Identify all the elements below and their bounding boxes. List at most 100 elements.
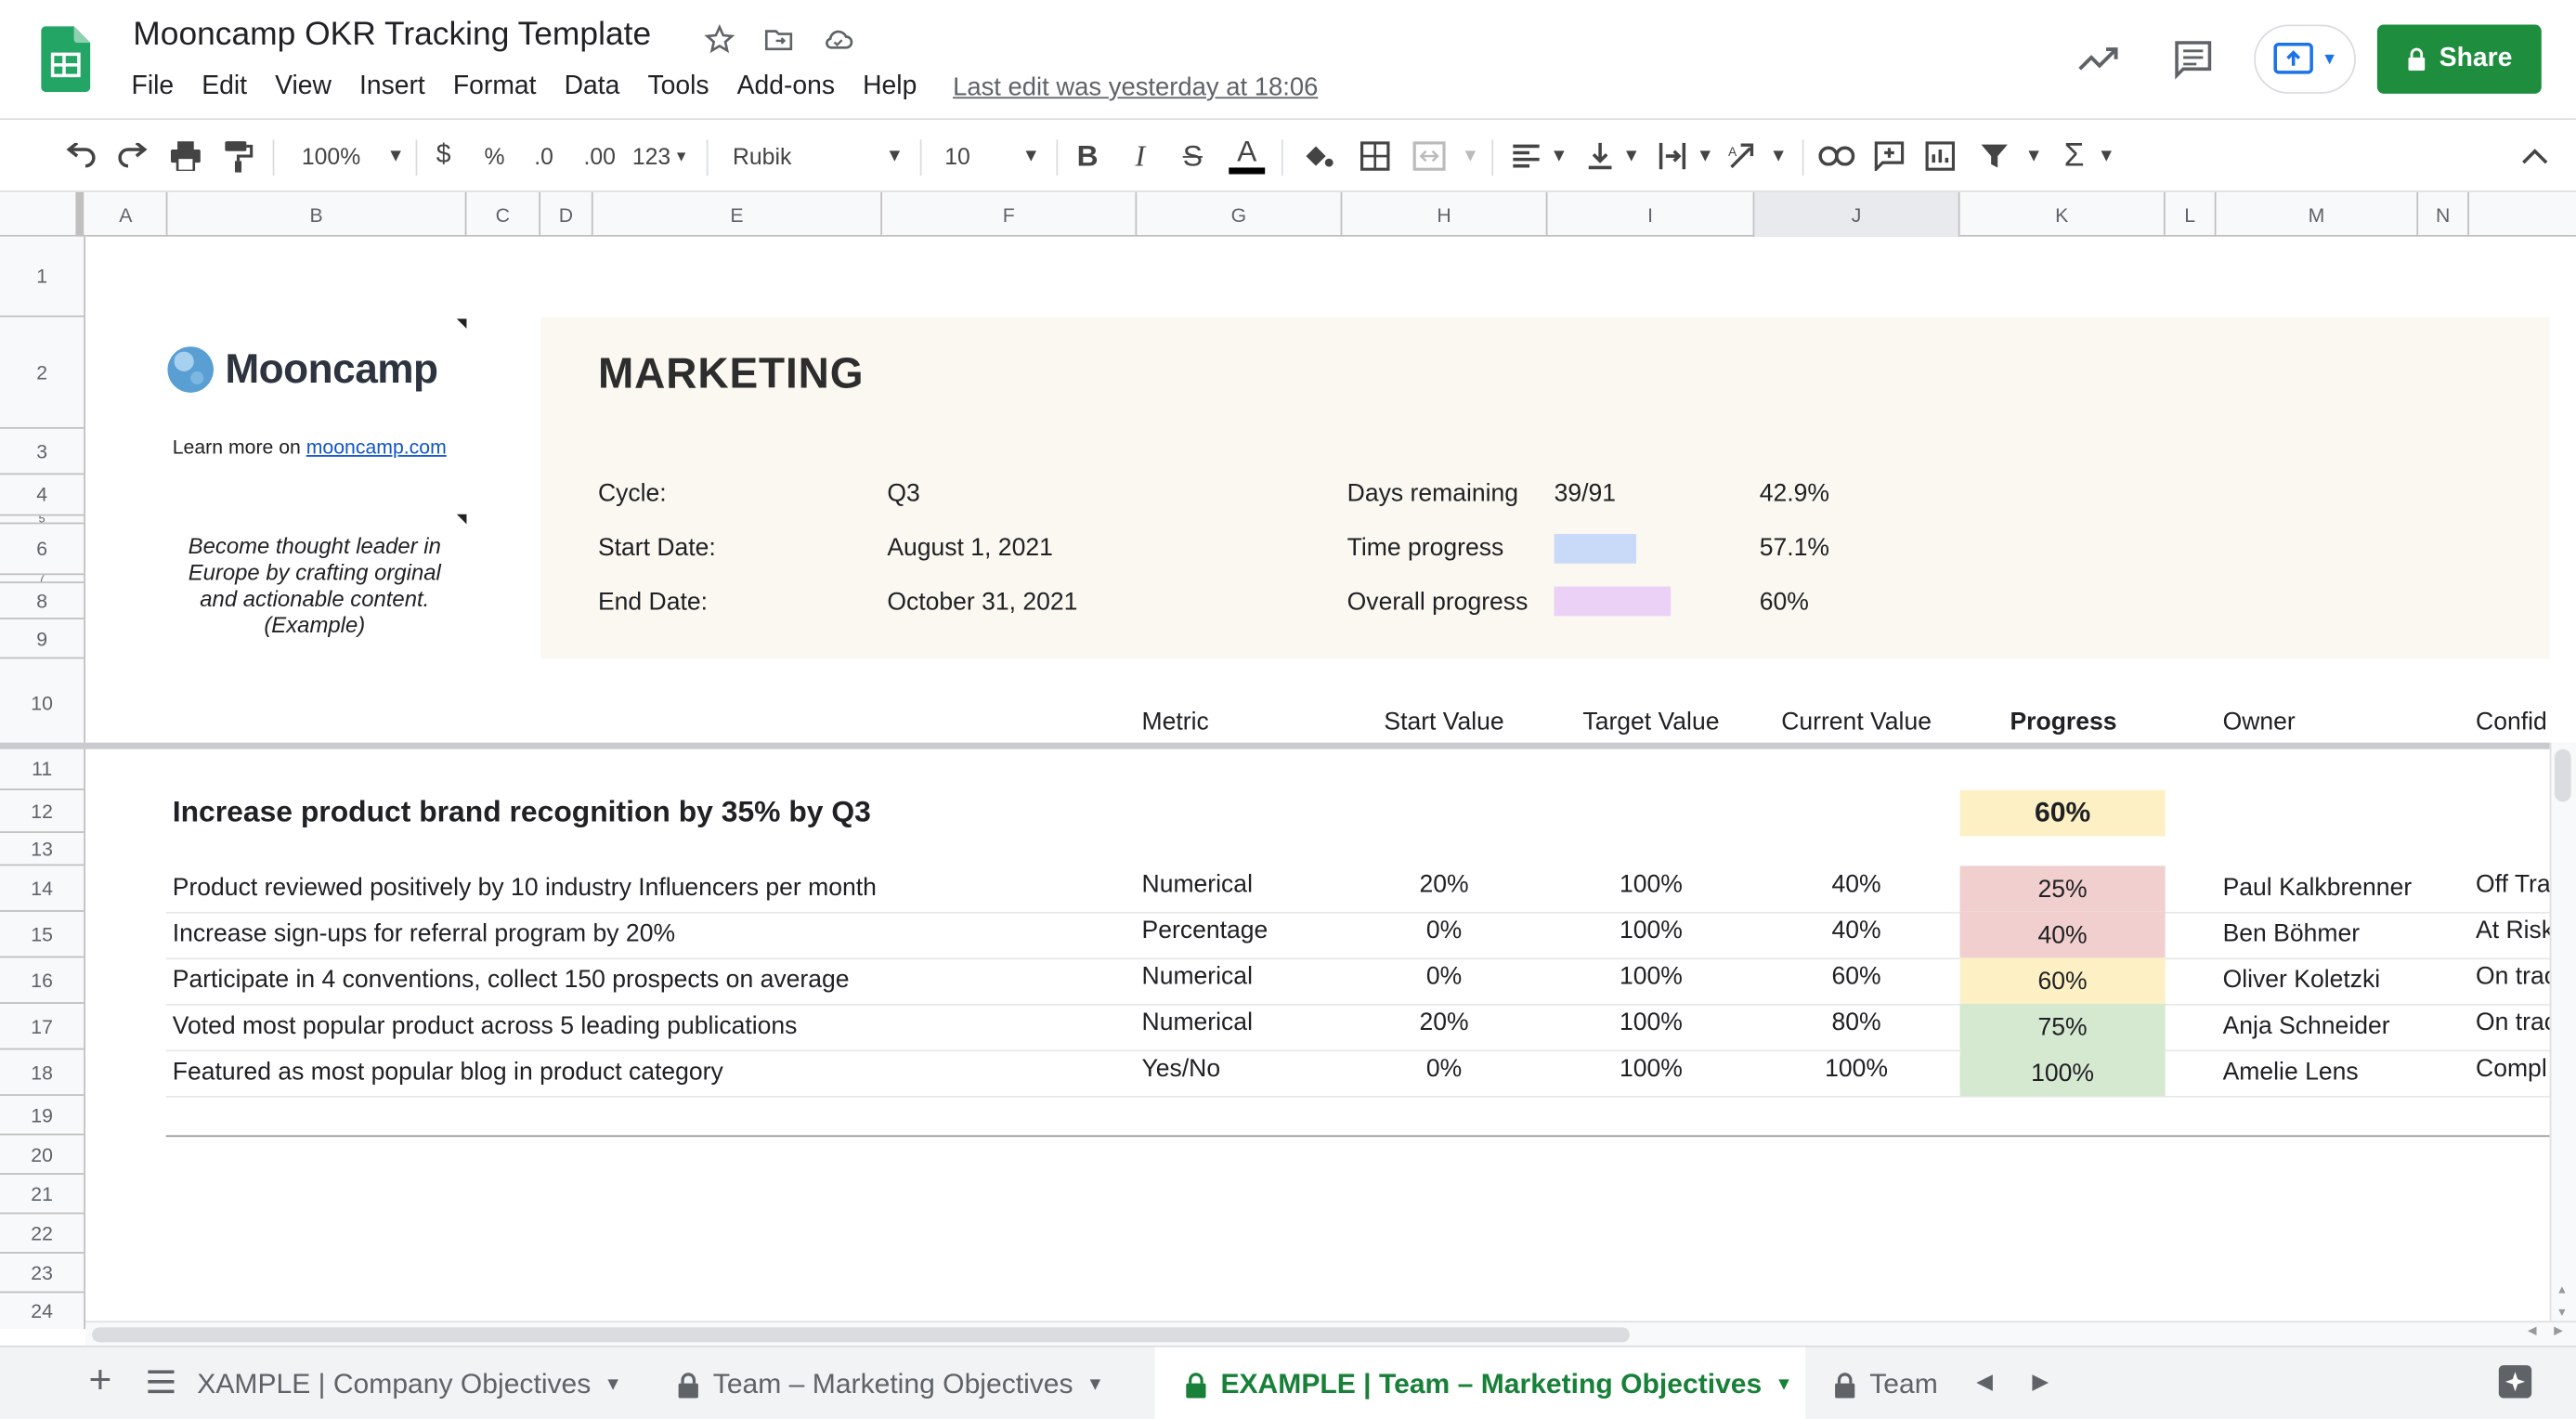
- menu-add-ons[interactable]: Add-ons: [737, 72, 835, 102]
- star-icon[interactable]: [701, 21, 737, 58]
- redo-icon[interactable]: [113, 138, 152, 175]
- row-header[interactable]: 1: [0, 237, 85, 318]
- note-indicator[interactable]: [456, 319, 467, 329]
- move-folder-icon[interactable]: [761, 21, 797, 58]
- select-all-corner[interactable]: [0, 192, 77, 237]
- menu-tools[interactable]: Tools: [647, 72, 709, 102]
- sheet-tab-example-team-marketing[interactable]: EXAMPLE | Team – Marketing Objectives ▼: [1154, 1347, 1806, 1419]
- fill-color-icon[interactable]: [1299, 138, 1335, 175]
- row-header[interactable]: 2: [0, 317, 85, 429]
- undo-icon[interactable]: [60, 138, 99, 175]
- more-formats-button[interactable]: 123 ▼: [631, 138, 690, 175]
- column-header[interactable]: E: [593, 191, 883, 237]
- column-header[interactable]: B: [167, 191, 467, 237]
- bold-button[interactable]: B: [1071, 138, 1103, 175]
- column-header[interactable]: N: [2418, 191, 2469, 237]
- menu-help[interactable]: Help: [863, 72, 917, 102]
- column-header[interactable]: G: [1137, 191, 1343, 237]
- row-header[interactable]: 7: [0, 575, 85, 584]
- scroll-tabs-right-icon[interactable]: ▶: [2032, 1369, 2049, 1395]
- decrease-decimal-button[interactable]: .0: [526, 138, 562, 175]
- row-header[interactable]: 19: [0, 1096, 85, 1136]
- row-header[interactable]: 18: [0, 1049, 85, 1096]
- print-icon[interactable]: [166, 138, 205, 175]
- row-header[interactable]: 23: [0, 1254, 85, 1294]
- row-header[interactable]: 8: [0, 583, 85, 619]
- column-header[interactable]: I: [1547, 191, 1755, 237]
- horizontal-scrollbar[interactable]: ◀ ▶: [85, 1321, 2576, 1346]
- row-header[interactable]: 22: [0, 1214, 85, 1254]
- row-header[interactable]: 9: [0, 619, 85, 659]
- row-header[interactable]: 5: [0, 515, 85, 525]
- note-indicator[interactable]: [456, 514, 467, 525]
- menu-data[interactable]: Data: [565, 72, 620, 102]
- column-header[interactable]: M: [2217, 191, 2419, 237]
- text-wrapping-icon[interactable]: ▼: [1656, 138, 1715, 175]
- share-button[interactable]: Share: [2376, 24, 2542, 94]
- mooncamp-link[interactable]: mooncamp.com: [306, 436, 447, 459]
- row-header[interactable]: 12: [0, 790, 85, 833]
- paint-format-icon[interactable]: [218, 138, 257, 175]
- cloud-saved-icon[interactable]: [820, 21, 856, 58]
- scroll-tabs-left-icon[interactable]: ◀: [1976, 1369, 1993, 1395]
- zoom-select[interactable]: 100% ▼: [295, 138, 410, 175]
- row-header[interactable]: 10: [0, 658, 85, 748]
- frozen-column-handle[interactable]: [75, 191, 85, 237]
- frozen-row-handle[interactable]: [0, 742, 2550, 749]
- document-title[interactable]: Mooncamp OKR Tracking Template: [133, 17, 651, 55]
- text-rotation-icon[interactable]: A ▼: [1728, 138, 1788, 175]
- percent-format-button[interactable]: %: [478, 138, 511, 175]
- menu-edit[interactable]: Edit: [202, 72, 247, 102]
- italic-button[interactable]: I: [1124, 138, 1156, 175]
- scroll-right-arrow-icon[interactable]: ▶: [2554, 1324, 2563, 1337]
- menu-format[interactable]: Format: [453, 72, 537, 102]
- collapse-toolbar-icon[interactable]: [2517, 138, 2553, 175]
- row-header[interactable]: 3: [0, 429, 85, 475]
- column-header[interactable]: F: [882, 191, 1138, 237]
- borders-icon[interactable]: [1357, 138, 1393, 175]
- vertical-align-icon[interactable]: ▼: [1583, 138, 1643, 175]
- comment-icon[interactable]: [2172, 38, 2215, 89]
- increase-decimal-button[interactable]: .00: [579, 138, 621, 175]
- activity-trend-icon[interactable]: [2076, 39, 2119, 86]
- column-header[interactable]: A: [85, 191, 168, 237]
- last-edit-link[interactable]: Last edit was yesterday at 18:06: [953, 74, 1318, 104]
- column-header[interactable]: C: [466, 191, 541, 237]
- menu-view[interactable]: View: [275, 72, 332, 102]
- vertical-scroll-thumb[interactable]: [2554, 749, 2571, 802]
- sheet-grid[interactable]: Mooncamp Learn more on mooncamp.com Beco…: [85, 237, 2550, 1329]
- strikethrough-button[interactable]: S: [1177, 138, 1209, 175]
- column-header[interactable]: H: [1342, 191, 1548, 237]
- column-header[interactable]: L: [2166, 191, 2217, 237]
- explore-icon[interactable]: [2497, 1363, 2533, 1408]
- sheet-tab-team-marketing[interactable]: Team – Marketing Objectives ▼: [654, 1347, 1147, 1419]
- sheet-tab-company-objectives[interactable]: XAMPLE | Company Objectives ▼: [197, 1347, 644, 1419]
- row-header[interactable]: 11: [0, 748, 85, 790]
- insert-comment-icon[interactable]: [1871, 138, 1907, 175]
- insert-link-icon[interactable]: [1817, 138, 1856, 175]
- scroll-up-arrow-icon[interactable]: ▲: [2556, 1284, 2568, 1295]
- vertical-scrollbar[interactable]: ▲ ▼: [2549, 742, 2576, 1330]
- row-header[interactable]: 16: [0, 957, 85, 1004]
- merge-cells-icon[interactable]: ▼: [1410, 138, 1482, 175]
- row-header[interactable]: 4: [0, 475, 85, 516]
- horizontal-scroll-thumb[interactable]: [92, 1327, 1630, 1343]
- sheet-tab-team[interactable]: Team: [1807, 1347, 1948, 1419]
- scroll-down-arrow-icon[interactable]: ▼: [2556, 1308, 2568, 1319]
- column-header[interactable]: K: [1960, 191, 2166, 237]
- row-header[interactable]: 13: [0, 833, 85, 866]
- font-family-select[interactable]: Rubik ▼: [733, 138, 904, 175]
- row-header[interactable]: 6: [0, 524, 85, 576]
- functions-icon[interactable]: Σ ▼: [2060, 137, 2119, 175]
- row-header[interactable]: 20: [0, 1135, 85, 1175]
- currency-format-button[interactable]: $: [427, 138, 460, 175]
- text-color-button[interactable]: A: [1228, 137, 1267, 175]
- horizontal-align-icon[interactable]: ▼: [1508, 138, 1570, 175]
- row-header[interactable]: 24: [0, 1293, 84, 1329]
- present-button[interactable]: ▼: [2254, 24, 2356, 94]
- row-header[interactable]: 14: [0, 866, 85, 912]
- column-header[interactable]: J: [1754, 191, 1960, 237]
- menu-insert[interactable]: Insert: [359, 72, 425, 102]
- add-sheet-icon[interactable]: +: [89, 1361, 112, 1400]
- all-sheets-icon[interactable]: [148, 1370, 175, 1401]
